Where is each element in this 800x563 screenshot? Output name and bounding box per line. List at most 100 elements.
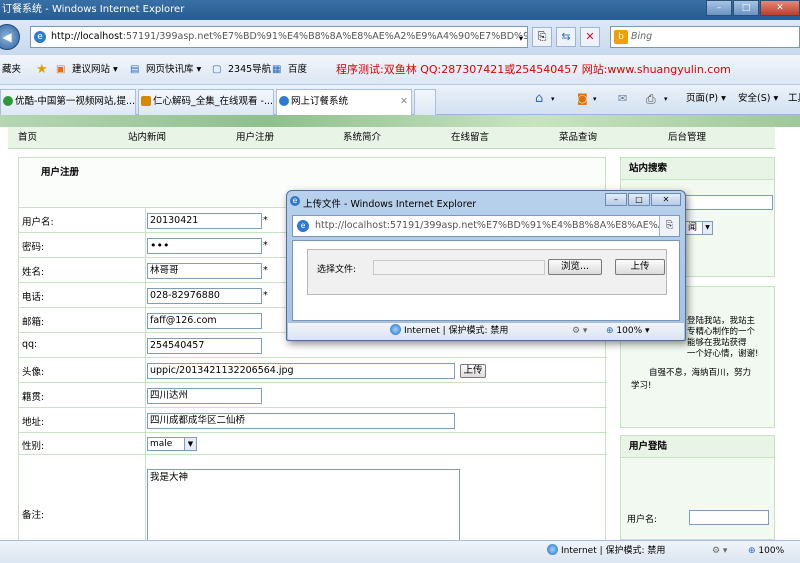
qq-input[interactable]: 254540457 (147, 338, 262, 354)
site-search-input[interactable] (685, 195, 773, 210)
email-input[interactable]: faff@126.com (147, 313, 262, 329)
password-label: 密码: (22, 242, 45, 253)
stop-icon[interactable]: ✕ (580, 27, 600, 47)
dialog-address-bar[interactable]: e http://localhost:57191/399asp.net%E7%B… (292, 215, 680, 237)
menu-messages[interactable]: 在线留言 (451, 127, 489, 149)
phone-input[interactable]: 028-82976880 (147, 288, 262, 304)
compatibility-view-icon[interactable]: ⎘ (659, 216, 679, 236)
page-icon: ▢ (212, 64, 222, 75)
status-zoom[interactable]: ⊕ 100% (748, 541, 784, 562)
avatar-upload-button[interactable]: 上传 (460, 364, 486, 378)
feeds-dropdown-icon[interactable]: ▾ (593, 85, 597, 113)
address-input[interactable]: 四川成都成华区二仙桥 (147, 413, 455, 429)
hometown-input[interactable]: 四川达州 (147, 388, 262, 404)
print-icon[interactable]: ⎙ (646, 85, 656, 113)
dialog-zone-text: Internet | 保护模式: 禁用 (404, 326, 509, 336)
chevron-down-icon: ▼ (702, 222, 712, 234)
home-dropdown-icon[interactable]: ▾ (551, 85, 555, 113)
print-dropdown-icon[interactable]: ▾ (664, 85, 668, 113)
name-label: 姓名: (22, 267, 45, 278)
menu-dish-search[interactable]: 菜品查询 (559, 127, 597, 149)
required-marker: * (263, 290, 268, 301)
login-username-input[interactable] (689, 510, 769, 525)
tab-youku[interactable]: 优酷-中国第一视频网站,提... (0, 89, 136, 115)
protected-mode-icon[interactable]: ⚙ ▾ (712, 541, 727, 562)
address-host: http://localhost (51, 31, 123, 42)
qq-label: qq: (22, 339, 38, 350)
dialog-status-bar: Internet | 保护模式: 禁用 ⚙ ▾ ⊕ 100% ▾ (288, 322, 684, 340)
form-row-avatar: 头像: uppic/2013421132206564.jpg 上传 (19, 357, 607, 382)
fav-item-baidu[interactable]: 百度 (288, 55, 307, 85)
menu-register[interactable]: 用户注册 (236, 127, 274, 149)
name-input[interactable]: 林哥哥 (147, 263, 262, 279)
close-tab-icon[interactable]: ✕ (400, 90, 408, 114)
minimize-icon[interactable]: – (605, 193, 627, 206)
site-search-type-value: 闻 (688, 223, 698, 233)
address-dropdown-icon[interactable]: ▾ (514, 30, 528, 46)
remark-value: 我是大神 (150, 472, 189, 483)
menu-news[interactable]: 站内新闻 (128, 127, 166, 149)
status-bar: Internet | 保护模式: 禁用 ⚙ ▾ ⊕ 100% (0, 540, 800, 563)
welcome-text: 登陆我站，我站主 专精心制作的一个 能够在我站获得 一个好心情，谢谢! (687, 316, 759, 359)
password-input[interactable]: ••• (147, 238, 262, 254)
maximize-icon[interactable]: □ (733, 0, 759, 16)
dialog-zoom[interactable]: ⊕ 100% ▾ (606, 323, 650, 340)
tab-renxin[interactable]: 仁心解码_全集_在线观看 -... (138, 89, 274, 115)
page-menu[interactable]: 页面(P) ▾ (686, 85, 726, 113)
upload-dialog: e 上传文件 - Windows Internet Explorer – □ ✕… (286, 190, 686, 341)
search-input[interactable]: b Bing (610, 26, 800, 48)
feeds-icon[interactable]: ◙ (577, 85, 588, 113)
favorites-label[interactable]: 藏夹 (2, 55, 21, 85)
tab-ordering-system[interactable]: 网上订餐系统 ✕ (276, 89, 412, 116)
address-bar[interactable]: e http://localhost:57191/399asp.net%E7%B… (30, 26, 528, 48)
close-icon[interactable]: ✕ (651, 193, 681, 206)
new-tab-button[interactable] (414, 89, 436, 115)
home-icon[interactable]: ⌂ (535, 85, 543, 113)
avatar-label: 头像: (22, 367, 45, 378)
avatar-path-input[interactable]: uppic/2013421132206564.jpg (147, 363, 455, 379)
gender-label: 性别: (22, 441, 45, 452)
minimize-icon[interactable]: – (706, 0, 732, 16)
hometown-label: 籍贯: (22, 392, 45, 403)
gender-select[interactable]: male ▼ (147, 437, 197, 451)
menu-about[interactable]: 系统简介 (343, 127, 381, 149)
mail-icon[interactable]: ✉ (618, 85, 627, 113)
browse-button[interactable]: 浏览... (548, 259, 602, 275)
ie-dialog-icon: e (290, 196, 300, 206)
required-marker: * (263, 240, 268, 251)
fav-item-web-slices[interactable]: 网页快讯库 ▾ (146, 55, 201, 85)
ie-tab-icon (279, 96, 289, 106)
tab-bar: 优酷-中国第一视频网站,提... 仁心解码_全集_在线观看 -... 网上订餐系… (0, 85, 800, 116)
form-row-address: 地址: 四川成都成华区二仙桥 (19, 407, 607, 432)
safety-menu[interactable]: 安全(S) ▾ (738, 85, 778, 113)
phone-label: 电话: (22, 292, 45, 303)
site-search-type-select[interactable]: 闻 ▼ (685, 221, 713, 235)
upload-form: 选择文件: 浏览... 上传 (307, 249, 667, 295)
maximize-icon[interactable]: □ (628, 193, 650, 206)
username-input[interactable]: 20130421 (147, 213, 262, 229)
zoom-icon: ⊕ (748, 546, 759, 556)
remark-label: 备注: (22, 510, 45, 521)
file-path-input[interactable] (373, 260, 545, 275)
ie-page-icon: e (34, 31, 46, 43)
menu-admin[interactable]: 后台管理 (668, 127, 706, 149)
upload-submit-button[interactable]: 上传 (615, 259, 665, 275)
menu-home[interactable]: 首页 (18, 127, 37, 149)
refresh-icon[interactable]: ⇆ (556, 27, 576, 47)
chevron-down-icon: ▼ (184, 438, 196, 450)
favorites-star-icon[interactable]: ★ (36, 55, 48, 85)
fav-item-suggested-sites[interactable]: 建议网站 ▾ (72, 55, 118, 85)
close-window-icon[interactable]: ✕ (760, 0, 800, 16)
compatibility-view-icon[interactable]: ⎘ (532, 27, 552, 47)
dialog-address: http://localhost:57191/399asp.net%E7%BD%… (315, 220, 680, 231)
fav-item-2345[interactable]: 2345导航 (228, 55, 271, 85)
window-title-bar: 订餐系统 - Windows Internet Explorer (0, 0, 800, 20)
dialog-window-controls: – □ ✕ (604, 193, 681, 206)
protected-mode-icon[interactable]: ⚙ ▾ (572, 323, 587, 340)
bing-logo-icon: b (614, 30, 628, 44)
tab-label: 优酷-中国第一视频网站,提... (15, 96, 136, 107)
form-row-gender: 性别: male ▼ (19, 432, 607, 454)
youku-tab-icon (3, 96, 13, 106)
remark-textarea[interactable]: 我是大神 (147, 469, 460, 541)
tools-menu[interactable]: 工具 (788, 85, 800, 113)
